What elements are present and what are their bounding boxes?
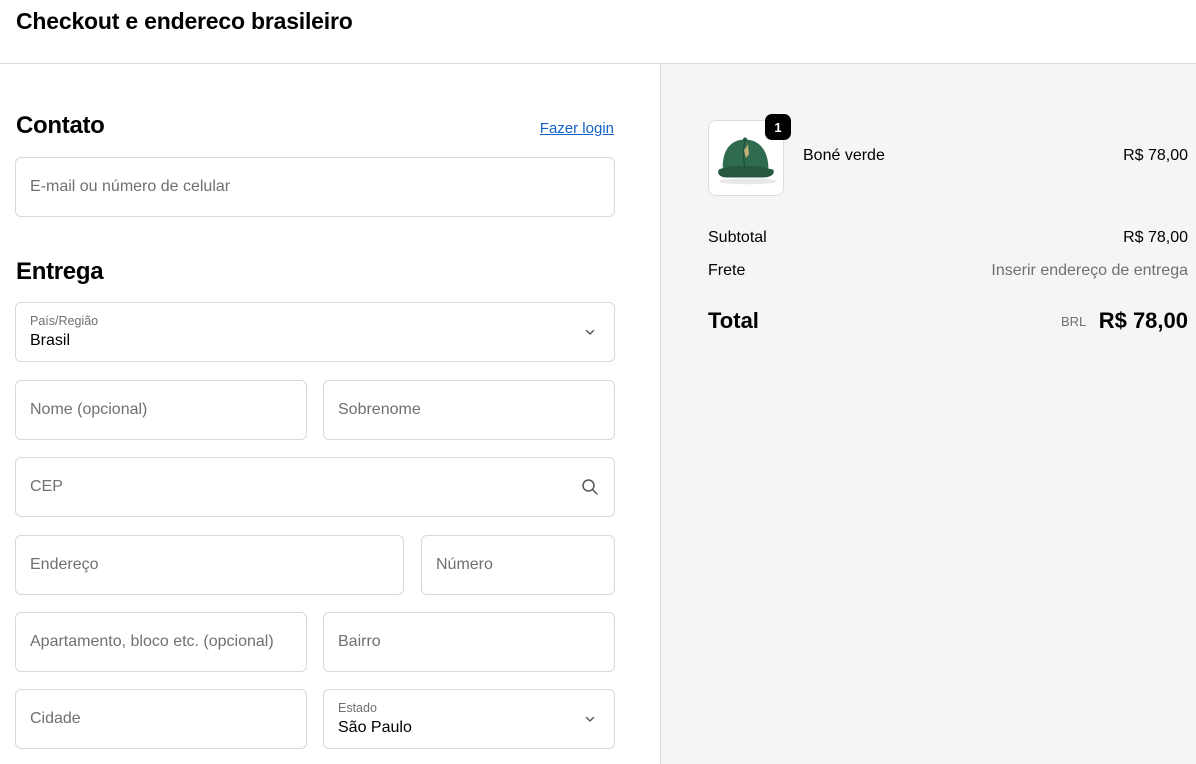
city-placeholder: Cidade xyxy=(30,710,81,727)
email-placeholder: E-mail ou número de celular xyxy=(30,178,231,195)
apartment-field[interactable]: Apartamento, bloco etc. (opcional) xyxy=(15,612,307,672)
last-name-field[interactable]: Sobrenome xyxy=(323,380,615,440)
address-field[interactable]: Endereço xyxy=(15,535,404,595)
email-field[interactable]: E-mail ou número de celular xyxy=(15,157,615,217)
contact-title: Contato xyxy=(16,112,105,139)
state-label: Estado xyxy=(338,701,377,715)
country-label: País/Região xyxy=(30,314,99,328)
number-placeholder: Número xyxy=(436,556,493,573)
country-value: Brasil xyxy=(30,332,71,349)
state-select[interactable]: Estado São Paulo xyxy=(323,689,615,749)
login-link[interactable]: Fazer login xyxy=(540,120,614,137)
total-row: Total BRL R$ 78,00 xyxy=(708,308,1188,334)
quantity-badge: 1 xyxy=(765,114,791,140)
neighborhood-placeholder: Bairro xyxy=(338,633,381,650)
cep-placeholder: CEP xyxy=(30,478,63,495)
first-name-field[interactable]: Nome (opcional) xyxy=(15,380,307,440)
item-price: R$ 78,00 xyxy=(1123,147,1188,164)
page-title: Checkout e endereco brasileiro xyxy=(16,8,353,34)
shipping-label: Frete xyxy=(708,262,746,279)
chevron-down-icon xyxy=(585,329,595,335)
last-name-placeholder: Sobrenome xyxy=(338,401,421,418)
total-label: Total xyxy=(708,308,759,333)
apartment-placeholder: Apartamento, bloco etc. (opcional) xyxy=(30,633,274,650)
total-currency: BRL xyxy=(1060,314,1087,329)
subtotal-label: Subtotal xyxy=(708,229,767,246)
city-field[interactable]: Cidade xyxy=(15,689,307,749)
shipping-row: Frete Inserir endereço de entrega xyxy=(708,262,1188,280)
chevron-down-icon xyxy=(585,716,595,722)
item-name: Boné verde xyxy=(803,147,885,164)
first-name-placeholder: Nome (opcional) xyxy=(30,401,148,418)
number-field[interactable]: Número xyxy=(421,535,615,595)
checkout-form: Contato Fazer login E-mail ou número de … xyxy=(0,64,660,764)
page-header: Checkout e endereco brasileiro xyxy=(0,0,1196,64)
state-value: São Paulo xyxy=(338,719,412,736)
order-summary: 1 Boné verde R$ 78,00 Subtotal R$ 78,00 … xyxy=(660,64,1196,764)
address-placeholder: Endereço xyxy=(30,556,99,573)
neighborhood-field[interactable]: Bairro xyxy=(323,612,615,672)
total-value: R$ 78,00 xyxy=(1098,308,1188,333)
search-icon[interactable] xyxy=(580,477,600,497)
subtotal-row: Subtotal R$ 78,00 xyxy=(708,229,1188,247)
delivery-title: Entrega xyxy=(16,258,104,285)
cep-field[interactable]: CEP xyxy=(15,457,615,517)
subtotal-value: R$ 78,00 xyxy=(1123,229,1188,246)
line-item: Boné verde R$ 78,00 xyxy=(803,147,1188,165)
country-select[interactable]: País/Região Brasil xyxy=(15,302,615,362)
shipping-value: Inserir endereço de entrega xyxy=(991,262,1188,279)
